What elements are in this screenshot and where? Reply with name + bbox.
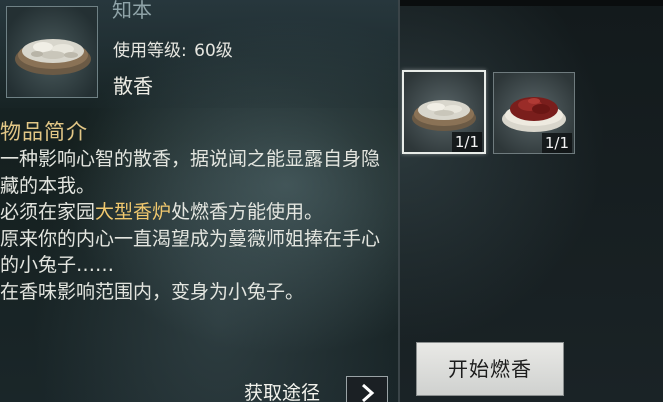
top-strip: [400, 0, 663, 6]
item-icon-frame: [6, 6, 98, 98]
description-line: 原来你的内心一直渴望成为蔓薇师姐捧在手心的小兔子……: [0, 227, 381, 277]
level-value: 60级: [194, 41, 233, 61]
incense-slot-1[interactable]: 1/1: [402, 70, 486, 154]
incense-slot-2[interactable]: 1/1: [493, 72, 575, 154]
location-highlight: 大型香炉: [95, 201, 172, 223]
description-line: 在香味影响范围内，变身为小兔子。: [0, 280, 305, 303]
description-text: 必须在家园: [0, 201, 96, 223]
item-level: 使用等级: 60级: [113, 36, 235, 61]
start-burning-button[interactable]: 开始燃香: [416, 342, 564, 396]
description-line: 一种影响心智的散香，据说闻之能显露自身隐藏的本我。: [0, 148, 381, 197]
description-text: 处燃香方能使用。: [171, 201, 324, 223]
chevron-right-icon: [362, 383, 375, 402]
source-label[interactable]: 获取途径: [244, 378, 320, 402]
source-arrow-button[interactable]: [346, 376, 388, 402]
item-description: 一种影响心智的散香，据说闻之能显露自身隐藏的本我。 必须在家园大型香炉处燃香方能…: [0, 146, 385, 305]
description-title: 物品简介: [0, 120, 88, 144]
rice-bowl-icon: [15, 39, 91, 75]
item-type: 散香: [113, 74, 153, 98]
slot-quantity: 1/1: [541, 133, 572, 153]
incense-select-panel: 1/1 1/1 开始燃香: [400, 0, 663, 402]
item-name: 知本: [112, 0, 152, 22]
description-line: 必须在家园大型香炉处燃香方能使用。: [0, 199, 385, 226]
level-label: 使用等级:: [113, 41, 187, 61]
item-detail-panel: 知本 使用等级: 60级 散香 物品简介 一种影响心智的散香，据说闻之能显露自身…: [0, 0, 398, 402]
slot-quantity: 1/1: [451, 132, 482, 152]
